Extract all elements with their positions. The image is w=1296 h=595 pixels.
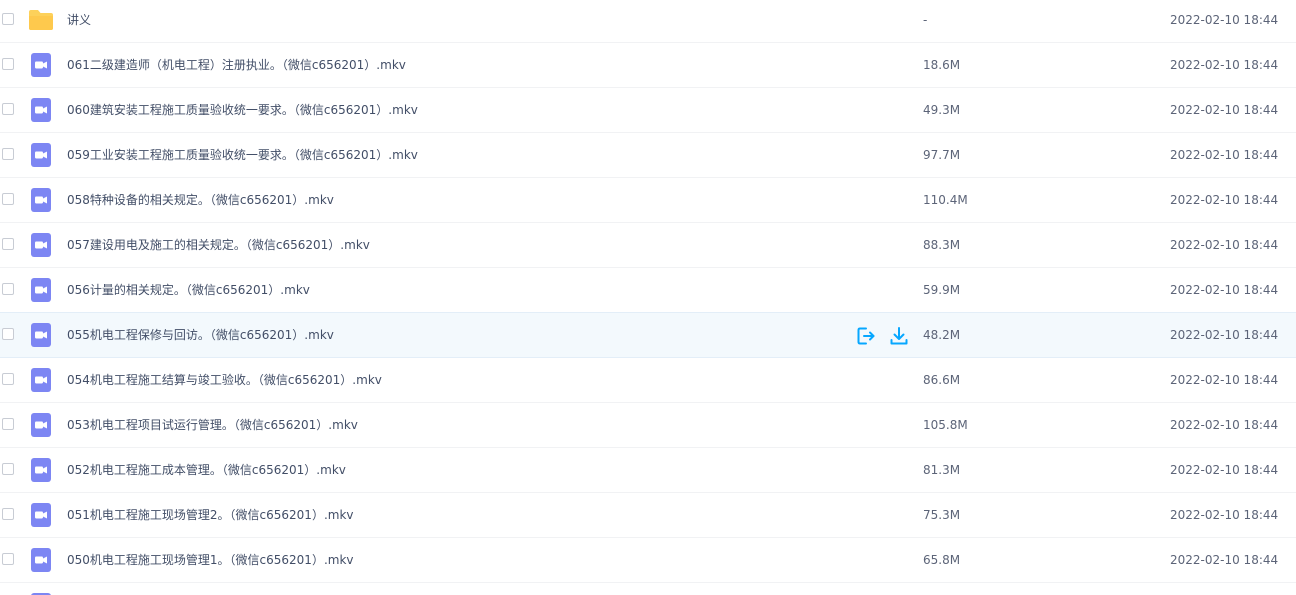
file-size: 48.2M [923, 328, 961, 342]
share-icon[interactable] [855, 325, 877, 347]
file-row-hovered[interactable]: 055机电工程保修与回访。（微信c656201）.mkv 48.2M 2022-… [0, 312, 1296, 358]
file-size: 18.6M [923, 58, 961, 72]
file-name[interactable]: 056计量的相关规定。（微信c656201）.mkv [67, 282, 310, 298]
row-checkbox[interactable] [2, 373, 14, 385]
file-row[interactable]: 061二级建造师（机电工程）注册执业。（微信c656201）.mkv 18.6M… [0, 43, 1296, 88]
row-checkbox[interactable] [2, 148, 14, 160]
file-size: - [923, 13, 928, 27]
row-checkbox[interactable] [2, 328, 14, 340]
file-size: 97.7M [923, 148, 961, 162]
row-checkbox[interactable] [2, 238, 14, 250]
file-date: 2022-02-10 18:44 [1170, 238, 1279, 252]
video-file-icon [28, 188, 54, 212]
file-name[interactable]: 讲义 [67, 12, 91, 28]
file-size: 88.3M [923, 238, 961, 252]
file-name[interactable]: 057建设用电及施工的相关规定。（微信c656201）.mkv [67, 237, 370, 253]
row-checkbox[interactable] [2, 283, 14, 295]
video-file-icon [28, 278, 54, 302]
file-row[interactable]: 059工业安装工程施工质量验收统一要求。（微信c656201）.mkv 97.7… [0, 133, 1296, 178]
video-file-icon [28, 503, 54, 527]
file-size: 75.3M [923, 508, 961, 522]
file-name[interactable]: 059工业安装工程施工质量验收统一要求。（微信c656201）.mkv [67, 147, 418, 163]
row-checkbox[interactable] [2, 193, 14, 205]
row-checkbox[interactable] [2, 103, 14, 115]
file-name[interactable]: 050机电工程施工现场管理1。（微信c656201）.mkv [67, 552, 354, 568]
file-date: 2022-02-10 18:44 [1170, 328, 1279, 342]
file-name[interactable]: 052机电工程施工成本管理。（微信c656201）.mkv [67, 462, 346, 478]
file-name[interactable]: 054机电工程施工结算与竣工验收。（微信c656201）.mkv [67, 372, 382, 388]
row-checkbox[interactable] [2, 553, 14, 565]
file-size: 59.9M [923, 283, 961, 297]
video-file-icon [28, 98, 54, 122]
file-list: 讲义 - 2022-02-10 18:44 061二级建造师（机电工程）注册执业… [0, 0, 1296, 583]
file-name[interactable]: 060建筑安装工程施工质量验收统一要求。（微信c656201）.mkv [67, 102, 418, 118]
row-checkbox[interactable] [2, 13, 14, 25]
file-date: 2022-02-10 18:44 [1170, 58, 1279, 72]
file-size: 65.8M [923, 553, 961, 567]
file-name[interactable]: 058特种设备的相关规定。（微信c656201）.mkv [67, 192, 334, 208]
file-row[interactable]: 讲义 - 2022-02-10 18:44 [0, 0, 1296, 43]
video-file-icon [28, 233, 54, 257]
file-name[interactable]: 061二级建造师（机电工程）注册执业。（微信c656201）.mkv [67, 57, 406, 73]
file-row[interactable]: 051机电工程施工现场管理2。（微信c656201）.mkv 75.3M 202… [0, 493, 1296, 538]
row-checkbox[interactable] [2, 463, 14, 475]
video-file-icon [28, 143, 54, 167]
file-date: 2022-02-10 18:44 [1170, 103, 1279, 117]
file-row[interactable]: 056计量的相关规定。（微信c656201）.mkv 59.9M 2022-02… [0, 268, 1296, 313]
video-file-icon [28, 323, 54, 347]
file-size: 49.3M [923, 103, 961, 117]
file-row[interactable]: 052机电工程施工成本管理。（微信c656201）.mkv 81.3M 2022… [0, 448, 1296, 493]
file-date: 2022-02-10 18:44 [1170, 553, 1279, 567]
file-name[interactable]: 055机电工程保修与回访。（微信c656201）.mkv [67, 327, 334, 343]
folder-icon [28, 8, 54, 32]
video-file-icon [28, 458, 54, 482]
file-date: 2022-02-10 18:44 [1170, 508, 1279, 522]
file-date: 2022-02-10 18:44 [1170, 13, 1279, 27]
file-name[interactable]: 051机电工程施工现场管理2。（微信c656201）.mkv [67, 507, 354, 523]
file-row-partial [0, 585, 1296, 595]
file-size: 86.6M [923, 373, 961, 387]
video-file-icon [28, 548, 54, 572]
file-date: 2022-02-10 18:44 [1170, 148, 1279, 162]
file-size: 105.8M [923, 418, 968, 432]
video-file-icon [28, 413, 54, 437]
file-date: 2022-02-10 18:44 [1170, 463, 1279, 477]
file-row[interactable]: 058特种设备的相关规定。（微信c656201）.mkv 110.4M 2022… [0, 178, 1296, 223]
row-actions [855, 325, 915, 347]
file-name[interactable]: 053机电工程项目试运行管理。（微信c656201）.mkv [67, 417, 358, 433]
download-icon[interactable] [888, 325, 910, 347]
file-row[interactable]: 054机电工程施工结算与竣工验收。（微信c656201）.mkv 86.6M 2… [0, 358, 1296, 403]
file-date: 2022-02-10 18:44 [1170, 418, 1279, 432]
video-file-icon [28, 368, 54, 392]
row-checkbox[interactable] [2, 58, 14, 70]
file-date: 2022-02-10 18:44 [1170, 193, 1279, 207]
file-size: 81.3M [923, 463, 961, 477]
file-row[interactable]: 057建设用电及施工的相关规定。（微信c656201）.mkv 88.3M 20… [0, 223, 1296, 268]
file-date: 2022-02-10 18:44 [1170, 283, 1279, 297]
row-checkbox[interactable] [2, 418, 14, 430]
row-checkbox[interactable] [2, 508, 14, 520]
file-date: 2022-02-10 18:44 [1170, 373, 1279, 387]
file-row[interactable]: 060建筑安装工程施工质量验收统一要求。（微信c656201）.mkv 49.3… [0, 88, 1296, 133]
file-size: 110.4M [923, 193, 968, 207]
file-row[interactable]: 053机电工程项目试运行管理。（微信c656201）.mkv 105.8M 20… [0, 403, 1296, 448]
file-row[interactable]: 050机电工程施工现场管理1。（微信c656201）.mkv 65.8M 202… [0, 538, 1296, 583]
video-file-icon [28, 53, 54, 77]
